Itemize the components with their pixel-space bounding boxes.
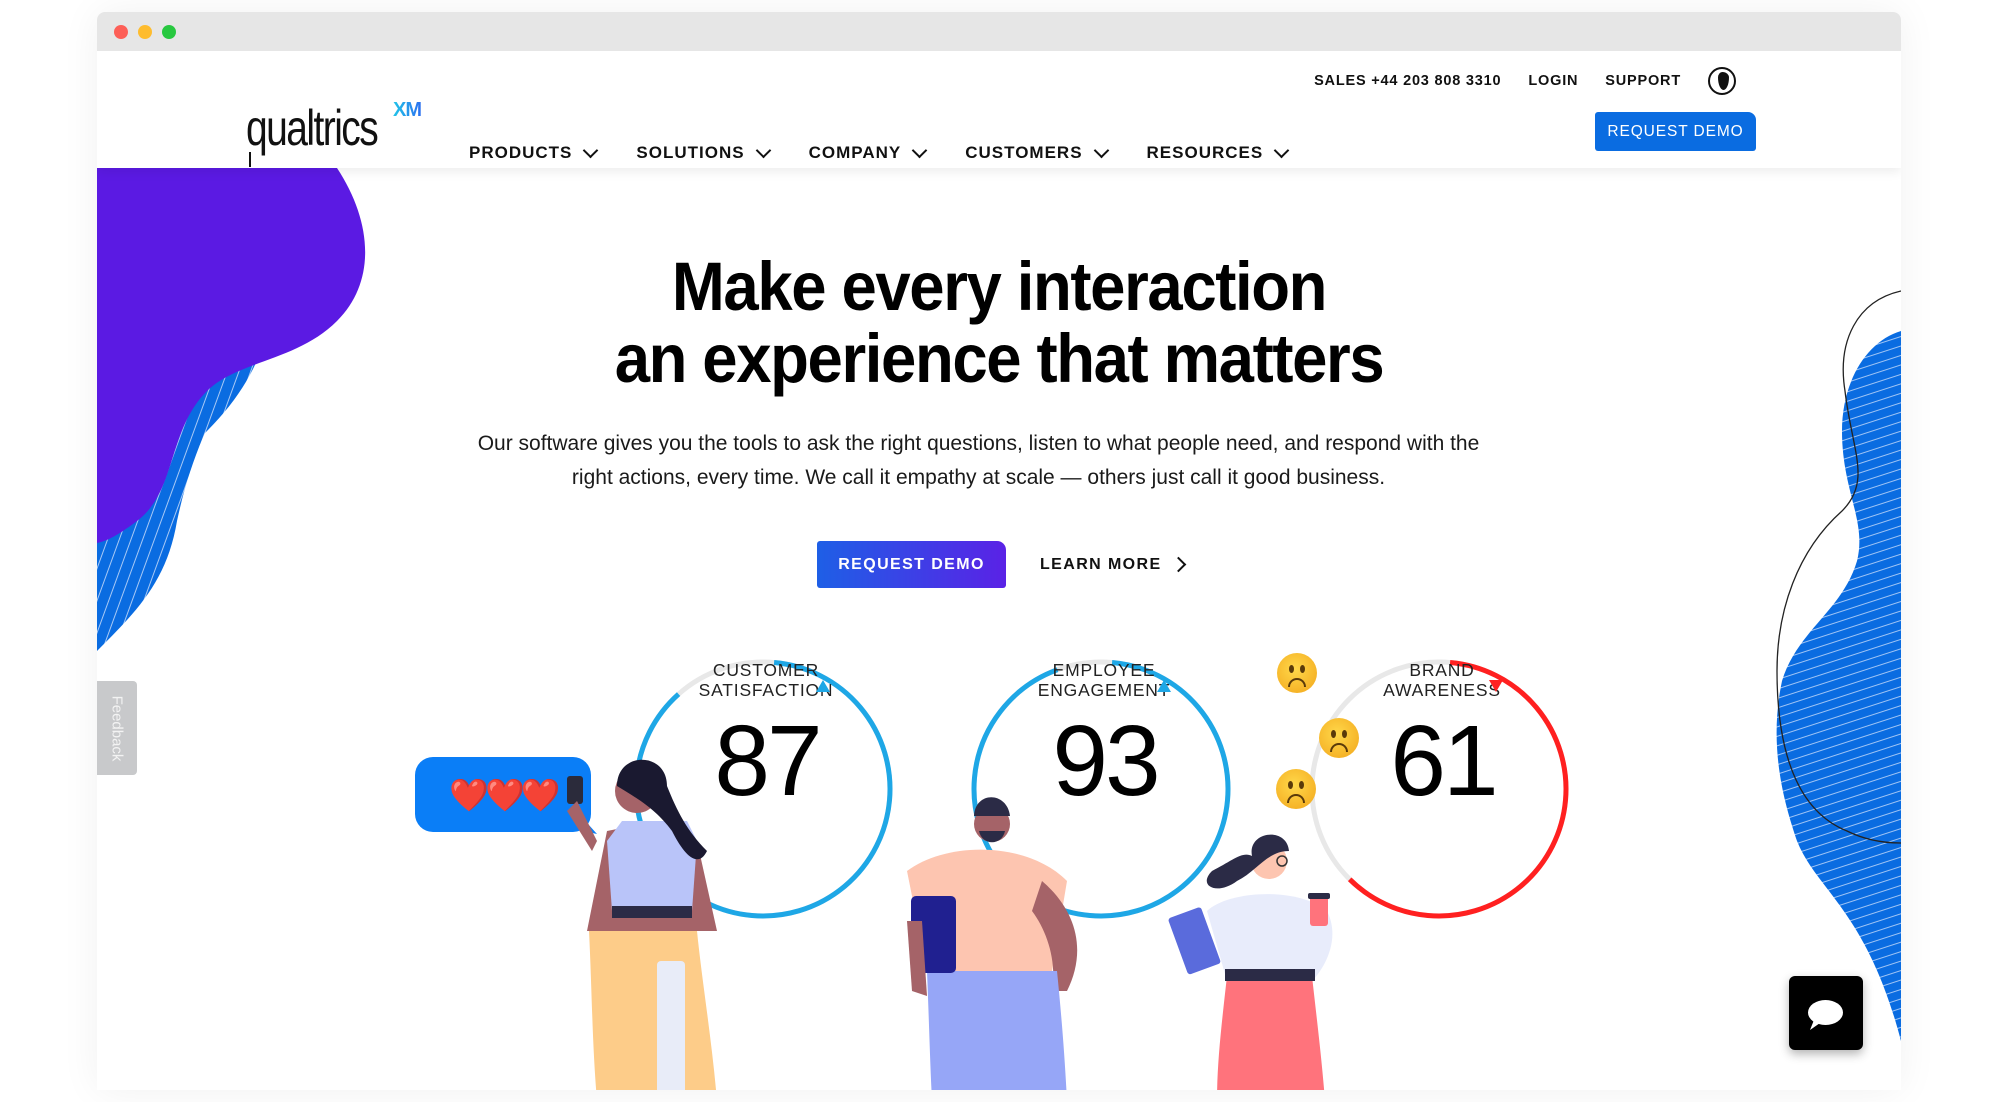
screen: qualtrics XM SALES +44 203 808 3310 LOGI… [0, 0, 1999, 1102]
chat-button[interactable] [1789, 976, 1863, 1050]
nav-company[interactable]: COMPANY [808, 142, 928, 163]
sales-phone-link[interactable]: SALES +44 203 808 3310 [1314, 73, 1501, 89]
close-window-button[interactable] [114, 25, 128, 39]
minimize-window-button[interactable] [138, 25, 152, 39]
nav-solutions[interactable]: SOLUTIONS [636, 142, 771, 163]
nav-label: PRODUCTS [469, 143, 573, 162]
person-woman-phone [567, 759, 717, 1090]
nav-label: SOLUTIONS [636, 143, 745, 162]
chevron-down-icon [911, 142, 928, 158]
site-header: qualtrics XM SALES +44 203 808 3310 LOGI… [97, 51, 1901, 168]
browser-window: qualtrics XM SALES +44 203 808 3310 LOGI… [97, 12, 1901, 1090]
chevron-down-icon [1273, 142, 1290, 158]
nav-customers[interactable]: CUSTOMERS [965, 142, 1109, 163]
logo-stem [249, 152, 251, 167]
utility-nav: SALES +44 203 808 3310 LOGIN SUPPORT [1287, 67, 1736, 95]
maximize-window-button[interactable] [162, 25, 176, 39]
logo-xm-badge: XM [393, 99, 422, 121]
window-titlebar [97, 12, 1901, 51]
chevron-down-icon [1093, 142, 1109, 158]
chevron-down-icon [755, 142, 771, 158]
feedback-label: Feedback [108, 695, 126, 761]
person-man-tablet [907, 797, 1078, 1090]
chat-bubble-icon [1808, 1000, 1843, 1025]
support-link[interactable]: SUPPORT [1605, 73, 1681, 89]
people-illustration [567, 759, 1333, 1090]
web-page: qualtrics XM SALES +44 203 808 3310 LOGI… [97, 51, 1901, 1090]
nav-label: CUSTOMERS [965, 143, 1083, 162]
chevron-down-icon [583, 142, 599, 158]
header-request-demo-button[interactable]: REQUEST DEMO [1595, 112, 1756, 151]
nav-label: RESOURCES [1146, 143, 1264, 162]
main-nav: PRODUCTS SOLUTIONS COMPANY CUSTOMERS RES… [469, 142, 1327, 163]
qualtrics-logo[interactable]: qualtrics XM [246, 99, 422, 167]
globe-icon[interactable] [1708, 67, 1736, 95]
nav-label: COMPANY [808, 143, 902, 162]
feedback-tab[interactable]: Feedback [97, 681, 137, 775]
person-woman-coffee [1168, 834, 1333, 1090]
nav-resources[interactable]: RESOURCES [1146, 142, 1290, 163]
logo-wordmark: qualtrics [246, 100, 379, 156]
nav-products[interactable]: PRODUCTS [469, 142, 599, 163]
login-link[interactable]: LOGIN [1528, 73, 1578, 89]
